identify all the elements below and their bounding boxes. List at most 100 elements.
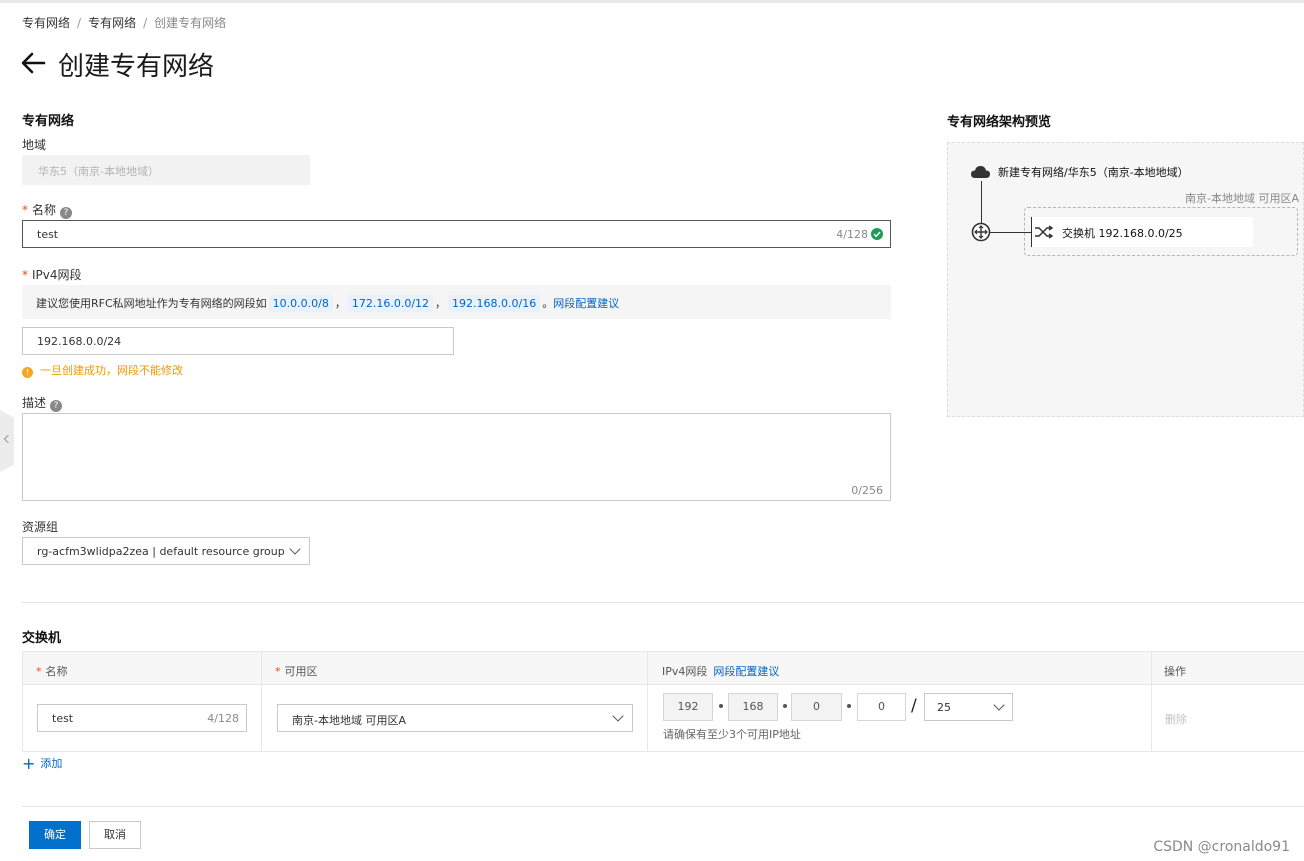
column-divider (261, 651, 262, 752)
zone-value: 南京-本地地域 可用区A (292, 714, 406, 727)
architecture-preview: 新建专有网络/华东5（南京-本地地域） 南京-本地地域 可用区A 交换机 192… (947, 142, 1304, 417)
top-border (0, 0, 1304, 3)
cidr-tag-172[interactable]: 172.16.0.0/12 (347, 295, 434, 312)
name-label-text: 名称 (32, 203, 57, 217)
required-mark: * (275, 665, 281, 678)
ipv4-tip-prefix: 建议您使用RFC私网地址作为专有网络的网段如 (36, 297, 267, 310)
vswitch-table-header: * 名称 * 可用区 IPv4网段 网段配置建议 操作 (22, 651, 1304, 685)
ip-octet-3[interactable]: 0 (791, 693, 842, 721)
vpc-section-title: 专有网络 (22, 114, 75, 129)
preview-switch-node: 交换机 192.168.0.0/25 (1031, 217, 1253, 247)
ipv4-cidr-input[interactable]: 192.168.0.0/24 (22, 327, 454, 355)
ip-hint: 请确保有至少3个可用IP地址 (663, 728, 801, 741)
mask-select[interactable]: 25 (924, 693, 1013, 721)
back-arrow-icon[interactable] (20, 50, 46, 76)
ip-octet-4[interactable]: 0 (857, 693, 906, 721)
cidr-advice-link[interactable]: 网段配置建议 (553, 297, 619, 310)
vpc-name-input[interactable]: test 4/128 (22, 220, 891, 248)
vswitch-table-row: test 4/128 南京-本地地域 可用区A 192 168 0 0 / 25… (22, 651, 1304, 752)
col-header-name-text: 名称 (45, 665, 68, 678)
tip-comma: ， (334, 297, 346, 310)
resource-group-select[interactable]: rg-acfm3wlidpa2zea | default resource gr… (22, 537, 310, 565)
sidebar-collapse-handle[interactable] (0, 410, 14, 472)
description-label: 描述? (22, 394, 63, 412)
col-header-zone-text: 可用区 (284, 665, 318, 678)
ip-dot (783, 704, 787, 708)
vswitch-name-counter: 4/128 (207, 712, 239, 725)
cloud-icon (971, 166, 990, 178)
chevron-down-icon (289, 543, 301, 555)
breadcrumb-item-vpc-list[interactable]: 专有网络 (88, 16, 136, 30)
required-mark: * (22, 268, 28, 282)
tip-comma: ， (435, 297, 447, 310)
footer-divider (22, 806, 1304, 807)
ip-octet-1: 192 (663, 693, 713, 721)
col-header-zone: * 可用区 (275, 663, 318, 679)
mask-separator: / (911, 696, 917, 716)
zone-select[interactable]: 南京-本地地域 可用区A (277, 704, 633, 732)
vswitch-section-title: 交换机 (22, 631, 62, 646)
col-header-ipv4-text: IPv4网段 (662, 665, 708, 678)
add-vswitch-label: 添加 (40, 757, 63, 770)
resource-group-value: rg-acfm3wlidpa2zea | default resource gr… (37, 545, 285, 558)
router-icon (971, 222, 991, 242)
vswitch-name-value: test (52, 712, 74, 725)
ipv4-warning: ! 一旦创建成功，网段不能修改 (22, 362, 183, 378)
required-mark: * (36, 665, 42, 678)
preview-switch-label: 交换机 192.168.0.0/25 (1062, 227, 1183, 240)
plus-icon: + (22, 754, 36, 773)
confirm-button[interactable]: 确定 (29, 821, 81, 849)
description-char-counter: 0/256 (851, 484, 883, 497)
mask-value: 25 (937, 701, 951, 714)
ipv4-label-text: IPv4网段 (32, 268, 82, 282)
col-header-action: 操作 (1164, 665, 1186, 678)
breadcrumb-item-vpc[interactable]: 专有网络 (22, 16, 70, 30)
ipv4-tip-bar: 建议您使用RFC私网地址作为专有网络的网段如 10.0.0.0/8， 172.16.… (22, 285, 891, 319)
vpc-connector-line (981, 181, 982, 223)
column-divider (22, 651, 23, 752)
switch-connector-line (990, 232, 1032, 233)
breadcrumb-separator: / (143, 16, 148, 30)
resource-group-label: 资源组 (22, 520, 59, 534)
description-textarea[interactable]: 0/256 (22, 413, 891, 501)
ipv4-warning-text: 一旦创建成功，网段不能修改 (40, 364, 183, 377)
name-label: * 名称? (22, 201, 73, 219)
description-label-text: 描述 (22, 396, 47, 410)
vswitch-name-input[interactable]: test 4/128 (37, 704, 247, 732)
help-icon[interactable]: ? (60, 207, 73, 219)
section-divider (22, 602, 1304, 603)
vpc-name-value: test (37, 228, 59, 241)
column-divider (1151, 651, 1152, 752)
ip-dot (847, 704, 851, 708)
ip-octet-2: 168 (728, 693, 778, 721)
vswitch-cidr-advice-link[interactable]: 网段配置建议 (713, 665, 779, 678)
column-divider (647, 651, 648, 752)
breadcrumb-separator: / (77, 16, 82, 30)
col-header-ipv4: IPv4网段 网段配置建议 (662, 663, 779, 679)
tip-period: 。 (542, 297, 554, 310)
add-vswitch-button[interactable]: + 添加 (22, 754, 62, 773)
cidr-tag-192[interactable]: 192.168.0.0/16 (448, 295, 541, 312)
chevron-down-icon (612, 710, 624, 722)
ip-dot (719, 704, 723, 708)
breadcrumb: 专有网络 / 专有网络 / 创建专有网络 (22, 14, 226, 31)
col-header-name: * 名称 (36, 663, 68, 679)
region-label: 地域 (22, 138, 47, 152)
ipv4-tip-text: 建议您使用RFC私网地址作为专有网络的网段如 10.0.0.0/8， 172.16.… (36, 295, 619, 312)
breadcrumb-item-current: 创建专有网络 (154, 16, 227, 30)
cidr-tag-10[interactable]: 10.0.0.0/8 (268, 295, 333, 312)
required-mark: * (22, 203, 28, 217)
ipv4-label: * IPv4网段 (22, 266, 82, 283)
page-title: 创建专有网络 (58, 52, 215, 82)
watermark: CSDN @cronaldo91 (1153, 839, 1290, 855)
help-icon[interactable]: ? (50, 400, 63, 412)
preview-vpc-label: 新建专有网络/华东5（南京-本地地域） (998, 166, 1189, 179)
delete-link[interactable]: 删除 (1165, 711, 1187, 727)
cancel-button[interactable]: 取消 (89, 821, 141, 849)
region-field: 华东5（南京-本地地域） (22, 155, 310, 185)
chevron-left-icon (3, 434, 13, 444)
preview-zone-label: 南京-本地地域 可用区A (1185, 192, 1299, 205)
vswitch-cidr-field: 192 168 0 0 / 25 (663, 693, 1023, 721)
preview-title: 专有网络架构预览 (947, 115, 1052, 130)
switch-shuffle-icon (1035, 225, 1054, 239)
